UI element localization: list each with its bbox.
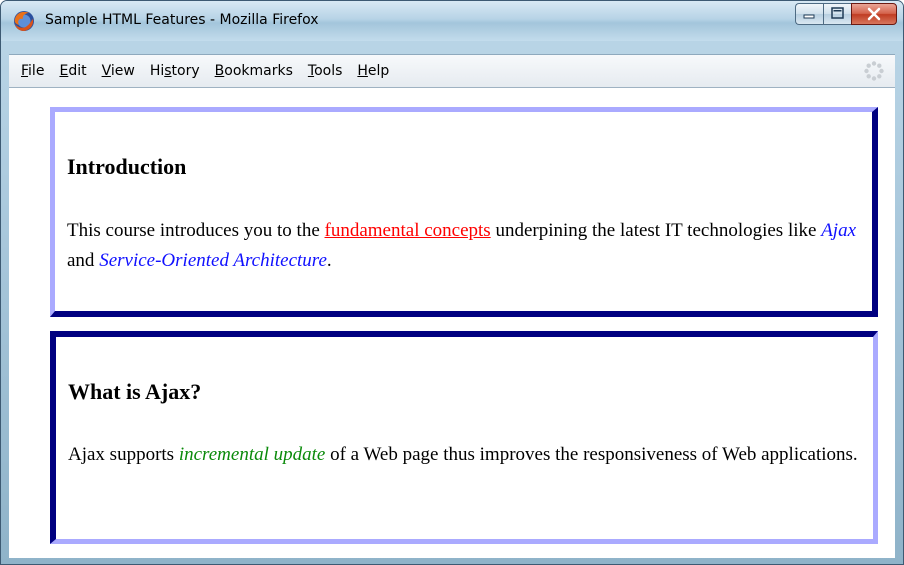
menu-bar: File Edit View History Bookmarks Tools H…	[9, 54, 895, 87]
minimize-button[interactable]	[795, 3, 823, 25]
browser-window: Sample HTML Features - Mozilla Firefox F…	[0, 0, 904, 565]
section-paragraph: This course introduces you to the fundam…	[67, 220, 857, 271]
page-content: Introduction This course introduces you …	[9, 87, 895, 558]
throbber-icon	[864, 61, 884, 81]
menu-view[interactable]: View	[102, 63, 135, 79]
maximize-icon	[831, 7, 844, 19]
menu-history[interactable]: History	[150, 63, 200, 79]
section-heading: Introduction	[67, 154, 187, 179]
close-icon	[867, 7, 881, 21]
section-what-is-ajax: What is Ajax? Ajax supports incremental …	[50, 331, 878, 544]
window-title: Sample HTML Features - Mozilla Firefox	[45, 12, 319, 28]
fundamental-concepts-link[interactable]: fundamental concepts	[325, 220, 491, 241]
incremental-update-emphasis: incremental update	[178, 444, 326, 465]
maximize-button[interactable]	[823, 3, 851, 25]
section-heading: What is Ajax?	[68, 379, 202, 404]
menu-tools[interactable]: Tools	[308, 63, 343, 79]
section-paragraph: Ajax supports incremental update of a We…	[68, 444, 858, 465]
menu-edit[interactable]: Edit	[59, 63, 86, 79]
window-controls	[795, 3, 897, 25]
section-introduction: Introduction This course introduces you …	[50, 107, 878, 317]
menu-file[interactable]: File	[21, 63, 44, 79]
menu: File Edit View History Bookmarks Tools H…	[9, 55, 392, 87]
ajax-emphasis: Ajax	[821, 220, 857, 241]
firefox-icon	[14, 11, 34, 31]
soa-emphasis: Service-Oriented Architecture	[99, 250, 327, 271]
minimize-icon	[803, 14, 815, 19]
menu-help[interactable]: Help	[357, 63, 389, 79]
close-button[interactable]	[851, 3, 897, 25]
menu-bookmarks[interactable]: Bookmarks	[215, 63, 293, 79]
title-bar[interactable]: Sample HTML Features - Mozilla Firefox	[1, 1, 903, 41]
